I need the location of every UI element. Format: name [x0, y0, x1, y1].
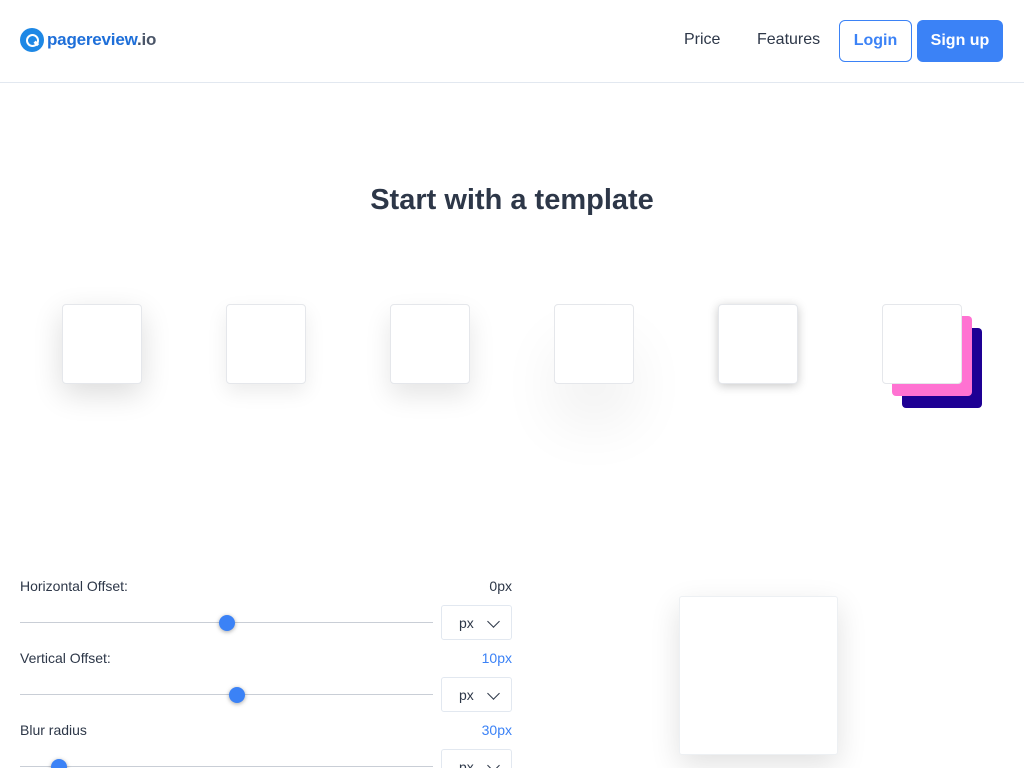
magnifier-logo-icon	[20, 28, 44, 52]
horizontal-offset-unit-select[interactable]: px	[441, 605, 512, 640]
blur-radius-slider-thumb[interactable]	[51, 759, 68, 768]
template-card-4[interactable]	[554, 304, 634, 384]
vertical-offset-track[interactable]	[20, 694, 433, 695]
blur-radius-unit-select[interactable]: px	[441, 749, 512, 768]
blur-radius-value: 30px	[481, 722, 512, 738]
nav-price-link[interactable]: Price	[684, 31, 720, 49]
blur-radius-unit: px	[459, 759, 474, 768]
template-card-1[interactable]	[62, 304, 142, 384]
template-card-3[interactable]	[390, 304, 470, 384]
horizontal-offset-value: 0px	[489, 578, 512, 594]
vertical-offset-unit: px	[459, 687, 474, 703]
horizontal-offset-label: Horizontal Offset:	[20, 578, 128, 594]
horizontal-offset-unit: px	[459, 615, 474, 631]
template-card-2[interactable]	[226, 304, 306, 384]
chevron-down-icon	[487, 687, 500, 700]
vertical-offset-unit-select[interactable]: px	[441, 677, 512, 712]
chevron-down-icon	[487, 615, 500, 628]
logo-tld: .io	[136, 30, 157, 49]
horizontal-offset-slider-thumb[interactable]	[218, 615, 235, 631]
page-title: Start with a template	[370, 184, 654, 216]
shadow-preview-box	[679, 596, 838, 755]
header: pagereview.io Price Features Login Sign …	[0, 0, 1024, 83]
blur-radius-track[interactable]	[20, 766, 433, 767]
vertical-offset-label: Vertical Offset:	[20, 650, 111, 666]
blur-radius-label: Blur radius	[20, 722, 87, 738]
logo[interactable]: pagereview.io	[20, 28, 156, 52]
signup-button[interactable]: Sign up	[917, 20, 1003, 62]
vertical-offset-value: 10px	[481, 650, 512, 666]
login-button[interactable]: Login	[839, 20, 912, 62]
logo-text: pagereview.io	[47, 30, 156, 50]
vertical-offset-slider-thumb[interactable]	[228, 687, 245, 703]
logo-brand: pagereview	[47, 30, 137, 49]
template-card-5[interactable]	[718, 304, 798, 384]
template-card-6[interactable]	[882, 304, 962, 384]
chevron-down-icon	[487, 759, 500, 768]
nav-features-link[interactable]: Features	[757, 31, 820, 49]
